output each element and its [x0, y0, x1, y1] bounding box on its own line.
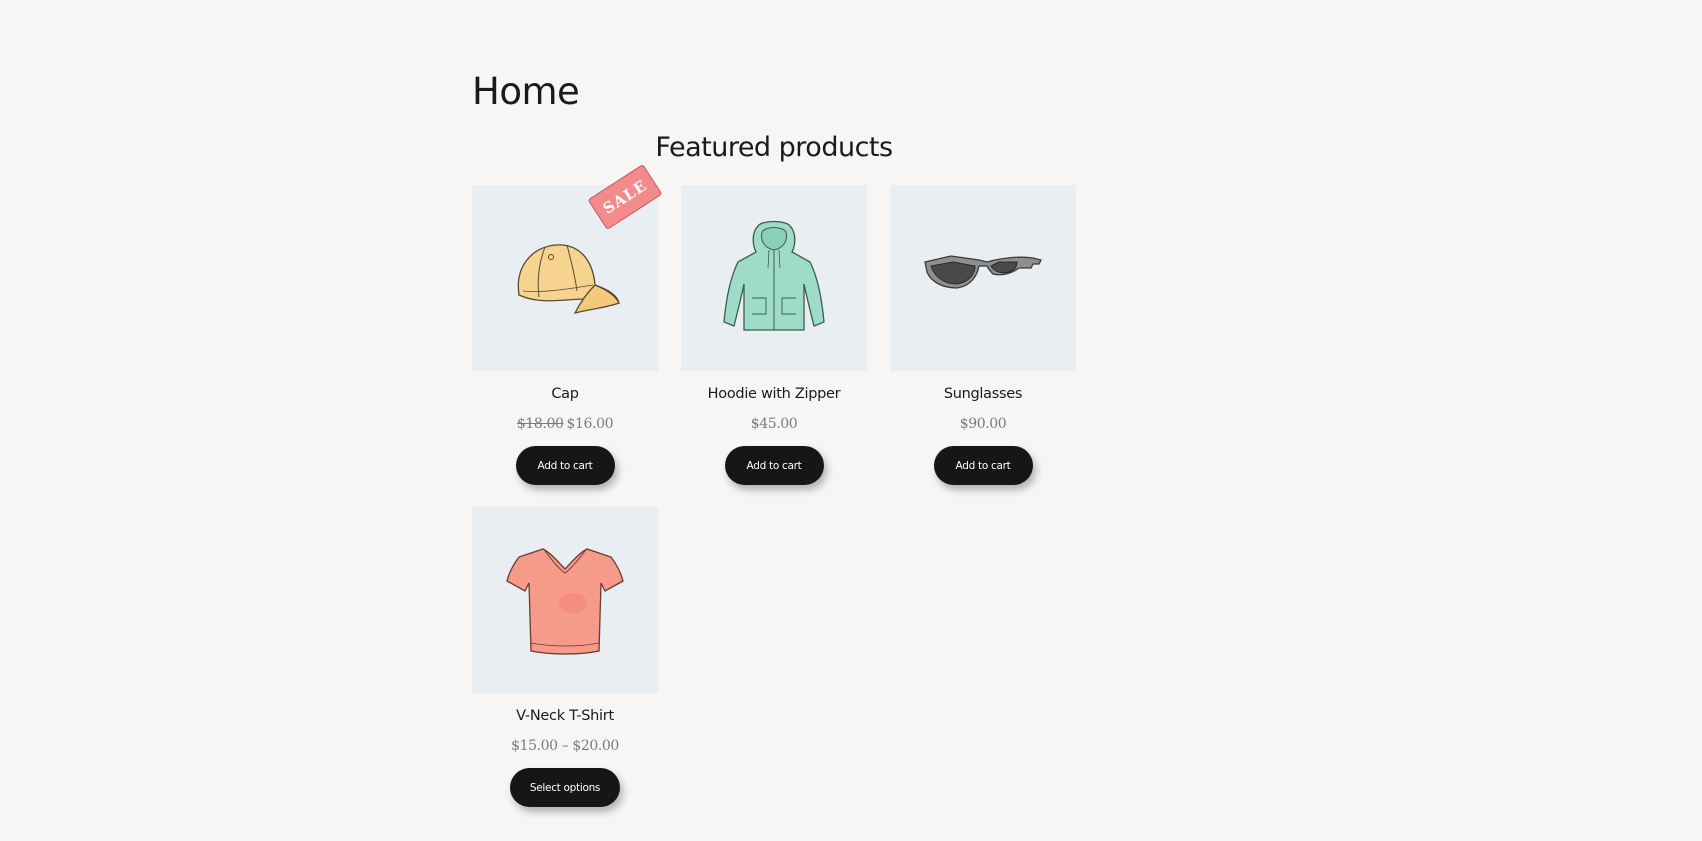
tshirt-icon: [506, 548, 624, 655]
product-price: $45.00: [750, 416, 798, 432]
sale-badge: SALE: [587, 163, 663, 231]
product-price: $15.00 – $20.00: [511, 738, 619, 754]
page-title: Home: [472, 70, 580, 113]
select-options-button[interactable]: Select options: [510, 768, 620, 807]
add-to-cart-button[interactable]: Add to cart: [724, 446, 824, 485]
product-name[interactable]: Sunglasses: [890, 384, 1076, 404]
add-to-cart-button[interactable]: Add to cart: [933, 446, 1033, 485]
cap-icon: [517, 244, 620, 314]
add-to-cart-button[interactable]: Add to cart: [515, 446, 615, 485]
product-name[interactable]: Hoodie with Zipper: [681, 384, 867, 404]
product-image-cap[interactable]: SALE: [472, 163, 663, 371]
product-card-cap: SALE Cap $18.00 $16.00 Add to cart: [472, 163, 663, 485]
product-image-vneck-tshirt[interactable]: [472, 507, 658, 693]
hoodie-icon: [723, 220, 825, 331]
product-card-hoodie: Hoodie with Zipper $45.00 Add to cart: [681, 185, 867, 485]
product-image-hoodie[interactable]: [681, 185, 867, 371]
product-price: $18.00 $16.00: [472, 414, 658, 434]
sale-price: $16.00: [566, 416, 614, 432]
product-card-vneck-tshirt: V-Neck T-Shirt $15.00 – $20.00 Select op…: [472, 507, 658, 807]
product-grid: SALE Cap $18.00 $16.00 Add to cart Hoodie…: [472, 163, 1102, 807]
product-price: $90.00: [959, 416, 1007, 432]
product-image-sunglasses[interactable]: [890, 185, 1076, 371]
sunglasses-icon: [924, 255, 1042, 289]
featured-products-heading: Featured products: [655, 132, 893, 163]
product-name[interactable]: V-Neck T-Shirt: [472, 706, 658, 726]
product-name[interactable]: Cap: [472, 384, 658, 404]
original-price: $18.00: [516, 416, 564, 432]
product-card-sunglasses: Sunglasses $90.00 Add to cart: [890, 185, 1076, 485]
